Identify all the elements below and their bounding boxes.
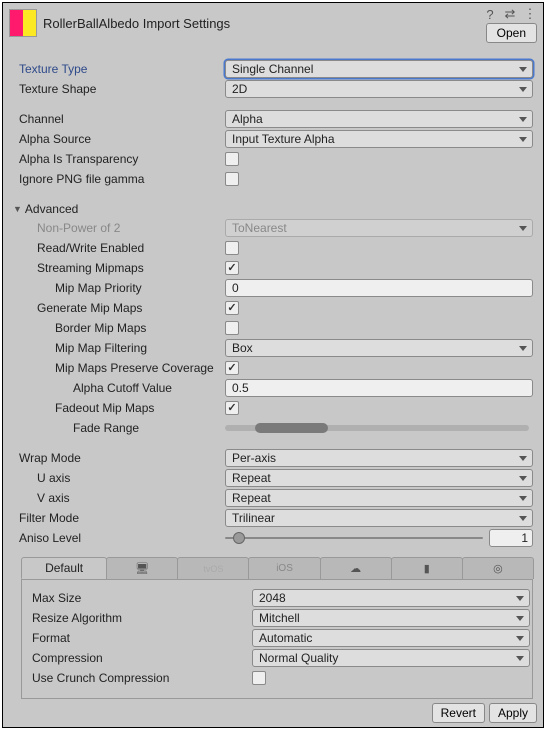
alpha-source-label: Alpha Source [13, 132, 225, 146]
fadeout-mipmaps-checkbox[interactable] [225, 401, 239, 415]
advanced-foldout[interactable]: Advanced [13, 199, 533, 218]
lumin-icon: ☁ [350, 562, 361, 575]
wrap-mode-dropdown[interactable]: Per-axis [225, 449, 533, 467]
format-dropdown[interactable]: Automatic [252, 629, 530, 647]
alpha-source-dropdown[interactable]: Input Texture Alpha [225, 130, 533, 148]
wrap-mode-label: Wrap Mode [13, 451, 225, 465]
max-size-label: Max Size [24, 591, 252, 605]
channel-label: Channel [13, 112, 225, 126]
mipmap-filtering-label: Mip Map Filtering [13, 341, 225, 355]
generate-mipmaps-checkbox[interactable] [225, 301, 239, 315]
readwrite-checkbox[interactable] [225, 241, 239, 255]
preset-icon[interactable]: ⇄ [503, 7, 517, 21]
platform-tab-lumin[interactable]: ☁ [320, 557, 392, 579]
aniso-level-label: Aniso Level [13, 531, 225, 545]
aniso-value-field[interactable]: 1 [489, 529, 533, 547]
fade-range-slider[interactable] [225, 425, 533, 431]
max-size-dropdown[interactable]: 2048 [252, 589, 530, 607]
u-axis-dropdown[interactable]: Repeat [225, 469, 533, 487]
platform-tab-standalone[interactable]: 🖥 [106, 557, 178, 579]
aniso-slider[interactable] [225, 537, 483, 539]
alpha-is-transparency-checkbox[interactable] [225, 152, 239, 166]
npot-dropdown: ToNearest [225, 219, 533, 237]
resize-algo-label: Resize Algorithm [24, 611, 252, 625]
crunch-label: Use Crunch Compression [24, 671, 252, 685]
compression-dropdown[interactable]: Normal Quality [252, 649, 530, 667]
platform-tab-default[interactable]: Default [21, 557, 107, 579]
help-icon[interactable]: ? [483, 7, 497, 21]
header-toolbar: ? ⇄ ⋮ [483, 7, 537, 21]
fade-range-label: Fade Range [13, 421, 225, 435]
advanced-title: Advanced [25, 202, 78, 216]
menu-icon[interactable]: ⋮ [523, 7, 537, 21]
texture-shape-dropdown[interactable]: 2D [225, 80, 533, 98]
mip-priority-label: Mip Map Priority [13, 281, 225, 295]
ignore-png-gamma-checkbox[interactable] [225, 172, 239, 186]
footer: Revert Apply [432, 703, 537, 723]
platform-tab-android[interactable]: ▮ [391, 557, 463, 579]
open-button[interactable]: Open [486, 23, 537, 43]
u-axis-label: U axis [13, 471, 225, 485]
fadeout-mipmaps-label: Fadeout Mip Maps [13, 401, 225, 415]
texture-type-label: Texture Type [13, 62, 225, 76]
border-mipmaps-label: Border Mip Maps [13, 321, 225, 335]
platform-tabs: Default 🖥 tvOS iOS ☁ ▮ ◎ [21, 557, 533, 580]
page-title: RollerBallAlbedo Import Settings [43, 16, 537, 31]
webgl-icon: ◎ [493, 562, 503, 575]
ios-icon: iOS [276, 563, 293, 574]
generate-mipmaps-label: Generate Mip Maps [13, 301, 225, 315]
platform-settings: Max Size 2048 Resize Algorithm Mitchell … [21, 580, 533, 699]
preserve-coverage-checkbox[interactable] [225, 361, 239, 375]
v-axis-label: V axis [13, 491, 225, 505]
revert-button[interactable]: Revert [432, 703, 485, 723]
asset-thumbnail-icon [9, 9, 37, 37]
filter-mode-label: Filter Mode [13, 511, 225, 525]
streaming-mipmaps-label: Streaming Mipmaps [13, 261, 225, 275]
readwrite-label: Read/Write Enabled [13, 241, 225, 255]
crunch-checkbox[interactable] [252, 671, 266, 685]
npot-label: Non-Power of 2 [13, 221, 225, 235]
resize-algo-dropdown[interactable]: Mitchell [252, 609, 530, 627]
v-axis-dropdown[interactable]: Repeat [225, 489, 533, 507]
platform-tab-tvos[interactable]: tvOS [177, 557, 249, 579]
border-mipmaps-checkbox[interactable] [225, 321, 239, 335]
apply-button[interactable]: Apply [489, 703, 537, 723]
body: Texture Type Single Channel Texture Shap… [3, 43, 543, 699]
compression-label: Compression [24, 651, 252, 665]
preserve-coverage-label: Mip Maps Preserve Coverage [13, 361, 225, 375]
header: RollerBallAlbedo Import Settings ? ⇄ ⋮ O… [3, 3, 543, 43]
channel-dropdown[interactable]: Alpha [225, 110, 533, 128]
format-label: Format [24, 631, 252, 645]
aniso-slider-thumb[interactable] [233, 532, 245, 544]
standalone-icon: 🖥 [135, 562, 149, 575]
tvos-icon: tvOS [203, 564, 223, 574]
platform-tab-ios[interactable]: iOS [248, 557, 320, 579]
platform-tab-webgl[interactable]: ◎ [462, 557, 534, 579]
streaming-mipmaps-checkbox[interactable] [225, 261, 239, 275]
texture-shape-label: Texture Shape [13, 82, 225, 96]
alpha-cutoff-field[interactable]: 0.5 [225, 379, 533, 397]
mip-priority-field[interactable]: 0 [225, 279, 533, 297]
filter-mode-dropdown[interactable]: Trilinear [225, 509, 533, 527]
alpha-cutoff-label: Alpha Cutoff Value [13, 381, 225, 395]
android-icon: ▮ [424, 562, 430, 575]
mipmap-filtering-dropdown[interactable]: Box [225, 339, 533, 357]
texture-type-dropdown[interactable]: Single Channel [225, 60, 533, 78]
ignore-png-gamma-label: Ignore PNG file gamma [13, 172, 225, 186]
inspector-panel: RollerBallAlbedo Import Settings ? ⇄ ⋮ O… [2, 2, 544, 728]
alpha-is-transparency-label: Alpha Is Transparency [13, 152, 225, 166]
